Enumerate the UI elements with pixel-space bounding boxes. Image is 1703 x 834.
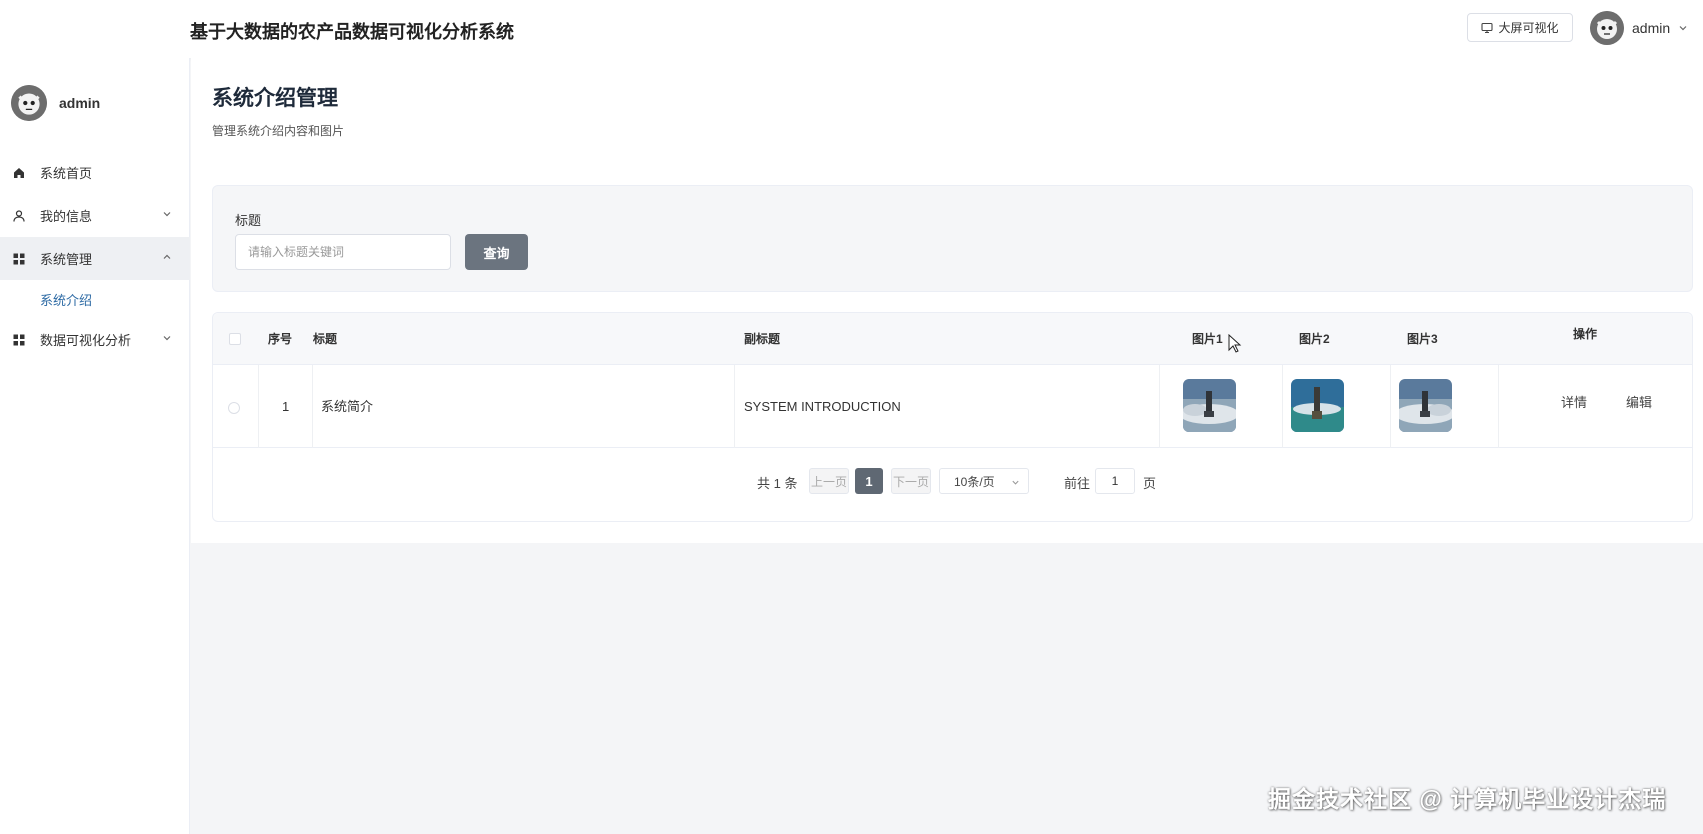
goto-unit-label: 页 xyxy=(1143,476,1157,491)
column-header-image3: 图片3 xyxy=(1407,332,1438,346)
chevron-up-icon xyxy=(163,254,171,259)
pagination: 共 1 条 上一页 1 下一页 10条/页 前往 页 xyxy=(213,468,1692,494)
pagination-total: 共 1 条 xyxy=(757,476,798,491)
column-header-image1: 图片1 xyxy=(1192,332,1223,346)
avatar xyxy=(11,85,47,121)
chevron-down-icon xyxy=(163,336,171,341)
sidebar-item-label: 系统管理 xyxy=(40,252,93,267)
search-button[interactable]: 查询 xyxy=(465,234,528,270)
image3-thumbnail[interactable] xyxy=(1399,379,1452,432)
sidebar-subitem-system-intro[interactable]: 系统介绍 xyxy=(0,280,190,318)
column-divider xyxy=(1498,365,1499,448)
data-table: 序号 标题 副标题 图片1 图片2 图片3 操作 1 系统简介 SYSTEM I… xyxy=(212,312,1693,522)
chevron-down-icon xyxy=(163,212,171,217)
column-divider xyxy=(1390,365,1391,448)
page-header: 系统介绍管理 管理系统介绍内容和图片 xyxy=(212,82,344,139)
table-row: 1 系统简介 SYSTEM INTRODUCTION 详情 编辑 xyxy=(213,365,1692,448)
title-search-input[interactable] xyxy=(235,234,451,270)
detail-link[interactable]: 详情 xyxy=(1561,365,1587,441)
monitor-icon xyxy=(1481,22,1494,33)
sidebar: admin 系统首页 我的信息 系统管理 系统介绍 数据可视化分析 xyxy=(0,58,190,834)
top-header: 基于大数据的农产品数据可视化分析系统 大屏可视化 admin xyxy=(0,0,1703,58)
column-divider xyxy=(1282,365,1283,448)
search-panel: 标题 查询 xyxy=(212,185,1693,292)
mouse-cursor-icon xyxy=(1228,334,1242,353)
sidebar-user: admin xyxy=(11,85,100,121)
next-page-button[interactable]: 下一页 xyxy=(891,468,931,494)
watermark: 掘金技术社区 @ 计算机毕业设计杰瑞 xyxy=(1268,786,1667,812)
column-header-image2: 图片2 xyxy=(1299,332,1330,346)
sidebar-username: admin xyxy=(59,95,101,111)
row-subtitle: SYSTEM INTRODUCTION xyxy=(744,399,901,414)
page-number-current[interactable]: 1 xyxy=(855,468,883,494)
chevron-down-icon xyxy=(1679,26,1687,31)
prev-page-button[interactable]: 上一页 xyxy=(809,468,849,494)
bigscreen-button[interactable]: 大屏可视化 xyxy=(1467,13,1573,42)
page-size-value: 10条/页 xyxy=(954,474,995,489)
sidebar-menu: 系统首页 我的信息 系统管理 系统介绍 数据可视化分析 xyxy=(0,151,190,361)
page-title: 系统介绍管理 xyxy=(212,87,338,110)
column-divider xyxy=(1159,365,1160,448)
page-subtitle: 管理系统介绍内容和图片 xyxy=(212,124,345,138)
user-icon xyxy=(13,209,25,222)
select-all-checkbox[interactable] xyxy=(229,333,241,345)
column-divider xyxy=(258,365,259,448)
image1-thumbnail[interactable] xyxy=(1183,379,1236,432)
sidebar-item-label: 数据可视化分析 xyxy=(40,333,132,348)
user-menu[interactable]: admin xyxy=(1590,11,1688,45)
main-content: 系统介绍管理 管理系统介绍内容和图片 标题 查询 序号 标题 副标题 图片1 图… xyxy=(191,58,1703,543)
chevron-down-icon xyxy=(1012,480,1019,485)
column-divider xyxy=(312,365,313,448)
grid-icon xyxy=(13,334,25,345)
sidebar-item-home[interactable]: 系统首页 xyxy=(0,151,190,194)
sidebar-item-my-info[interactable]: 我的信息 xyxy=(0,194,190,237)
app-title: 基于大数据的农产品数据可视化分析系统 xyxy=(190,22,514,42)
column-header-index: 序号 xyxy=(268,332,293,346)
grid-icon xyxy=(13,253,25,264)
image2-thumbnail[interactable] xyxy=(1291,379,1344,432)
sidebar-item-label: 我的信息 xyxy=(40,209,93,224)
sidebar-item-label: 系统首页 xyxy=(40,166,93,181)
row-title: 系统简介 xyxy=(321,399,374,414)
header-username: admin xyxy=(1632,20,1671,36)
row-checkbox[interactable] xyxy=(228,402,240,414)
goto-page-input[interactable] xyxy=(1095,468,1135,494)
goto-label: 前往 xyxy=(1064,476,1091,491)
column-header-subtitle: 副标题 xyxy=(744,332,781,346)
search-label: 标题 xyxy=(235,213,262,228)
page-size-select[interactable]: 10条/页 xyxy=(939,468,1029,494)
bigscreen-label: 大屏可视化 xyxy=(1498,21,1559,35)
column-header-title: 标题 xyxy=(313,332,338,346)
row-index: 1 xyxy=(282,399,290,414)
avatar xyxy=(1590,11,1624,45)
sidebar-item-data-visualization[interactable]: 数据可视化分析 xyxy=(0,318,190,361)
table-header: 序号 标题 副标题 图片1 图片2 图片3 操作 xyxy=(213,313,1692,365)
home-icon xyxy=(14,167,24,178)
edit-link[interactable]: 编辑 xyxy=(1626,365,1652,441)
sidebar-item-system-management[interactable]: 系统管理 xyxy=(0,237,190,280)
column-divider xyxy=(734,365,735,448)
column-header-actions: 操作 xyxy=(1573,327,1598,341)
